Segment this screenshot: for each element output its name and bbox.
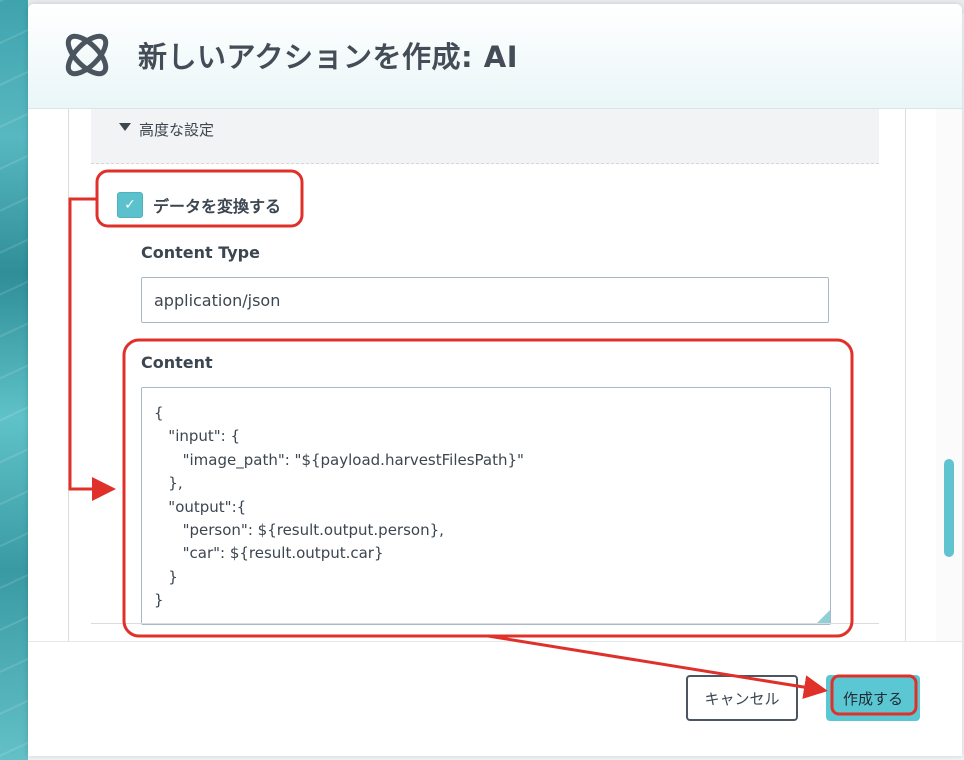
triangle-down-icon (119, 123, 131, 131)
section-divider (91, 623, 879, 624)
content-type-label: Content Type (141, 243, 260, 262)
dialog-body: 高度な設定 ✓ データを変換する Content Type Content { … (28, 109, 962, 641)
create-action-dialog: 新しいアクションを作成: AI 高度な設定 ✓ データを変換する Content… (28, 4, 962, 756)
form-panel: 高度な設定 ✓ データを変換する Content Type Content { … (68, 109, 906, 641)
cancel-button[interactable]: キャンセル (686, 675, 798, 721)
transform-data-label[interactable]: データを変換する (153, 193, 281, 217)
dialog-footer: キャンセル 作成する (28, 641, 962, 756)
scrollbar-thumb[interactable] (944, 459, 954, 557)
advanced-settings-toggle[interactable]: 高度な設定 (91, 109, 879, 164)
advanced-settings-label: 高度な設定 (139, 121, 215, 139)
check-icon: ✓ (124, 197, 136, 213)
content-type-input[interactable] (141, 277, 829, 323)
content-label: Content (141, 353, 213, 372)
content-textarea[interactable]: { "input": { "image_path": "${payload.ha… (141, 387, 831, 625)
scrollbar-track[interactable] (936, 109, 962, 641)
transform-data-checkbox[interactable]: ✓ (117, 192, 143, 218)
atom-icon (65, 33, 109, 77)
background-decoration (0, 0, 28, 760)
dialog-title: 新しいアクションを作成: AI (138, 40, 518, 74)
create-button[interactable]: 作成する (826, 675, 920, 721)
dialog-header: 新しいアクションを作成: AI (28, 4, 962, 109)
